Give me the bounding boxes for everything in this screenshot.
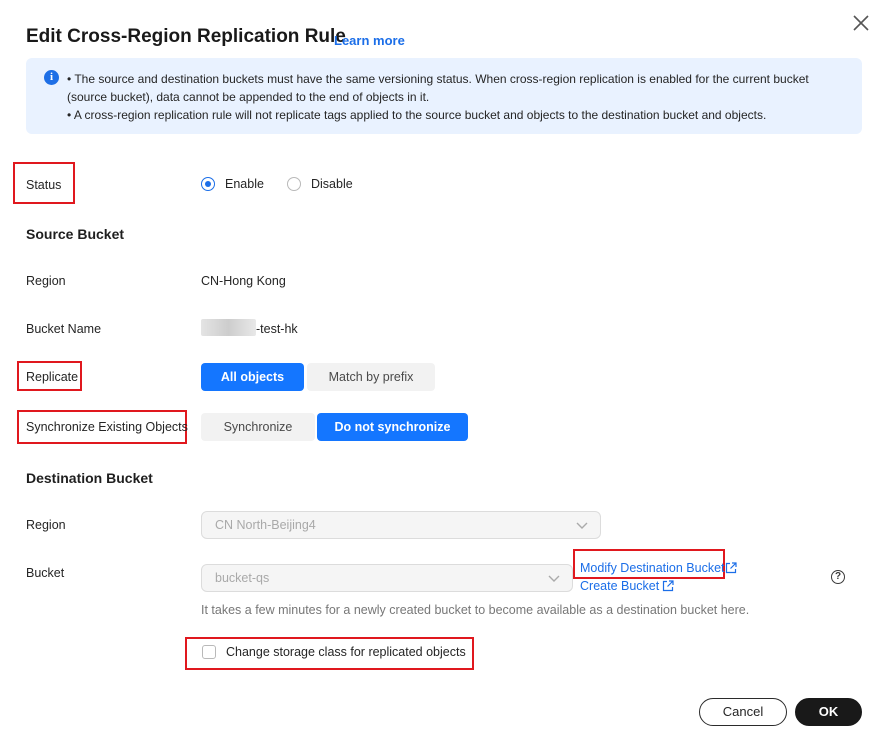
info-icon: i: [44, 70, 59, 85]
status-label: Status: [26, 178, 62, 192]
notice-text: • The source and destination buckets mus…: [67, 70, 847, 124]
chevron-down-icon: [548, 575, 560, 582]
dialog-title: Edit Cross-Region Replication Rule: [26, 26, 346, 47]
source-region-label: Region: [26, 274, 66, 288]
external-link-icon[interactable]: [725, 562, 737, 574]
bucket-availability-hint: It takes a few minutes for a newly creat…: [201, 603, 750, 617]
notice-line-2: • A cross-region replication rule will n…: [67, 108, 767, 122]
close-icon[interactable]: [849, 11, 873, 35]
destination-region-label: Region: [26, 518, 66, 532]
destination-region-value: CN North-Beijing4: [215, 518, 316, 532]
synchronize-button[interactable]: Synchronize: [201, 413, 315, 441]
create-bucket-link[interactable]: Create Bucket: [580, 579, 659, 593]
replicate-label: Replicate: [26, 370, 79, 384]
status-disable-label[interactable]: Disable: [311, 177, 353, 191]
cancel-button[interactable]: Cancel: [699, 698, 787, 726]
help-icon[interactable]: ?: [831, 570, 845, 584]
status-disable-radio[interactable]: [287, 177, 301, 191]
replicate-all-objects-button[interactable]: All objects: [201, 363, 304, 391]
replicate-match-prefix-button[interactable]: Match by prefix: [307, 363, 435, 391]
bucket-name-label: Bucket Name: [26, 322, 102, 336]
storage-class-checkbox-label[interactable]: Change storage class for replicated obje…: [226, 645, 466, 659]
external-link-icon[interactable]: [662, 580, 674, 592]
destination-bucket-heading: Destination Bucket: [26, 470, 153, 486]
destination-bucket-value: bucket-qs: [215, 571, 270, 585]
learn-more-link[interactable]: Learn more: [334, 33, 405, 48]
sync-existing-label: Synchronize Existing Objects: [26, 420, 188, 434]
chevron-down-icon: [576, 522, 588, 529]
ok-button[interactable]: OK: [795, 698, 862, 726]
destination-region-select[interactable]: CN North-Beijing4: [201, 511, 601, 539]
status-enable-radio[interactable]: [201, 177, 215, 191]
notice-line-1: • The source and destination buckets mus…: [67, 72, 809, 104]
destination-bucket-select[interactable]: bucket-qs: [201, 564, 573, 592]
modify-destination-bucket-link[interactable]: Modify Destination Bucket: [580, 561, 725, 575]
bucket-name-value: -test-hk: [256, 322, 298, 336]
status-enable-label[interactable]: Enable: [225, 177, 264, 191]
storage-class-checkbox[interactable]: [202, 645, 216, 659]
destination-bucket-label: Bucket: [26, 566, 65, 580]
redacted-bucket-prefix: [201, 319, 256, 336]
source-region-value: CN-Hong Kong: [201, 274, 286, 288]
source-bucket-heading: Source Bucket: [26, 226, 125, 242]
do-not-synchronize-button[interactable]: Do not synchronize: [317, 413, 468, 441]
